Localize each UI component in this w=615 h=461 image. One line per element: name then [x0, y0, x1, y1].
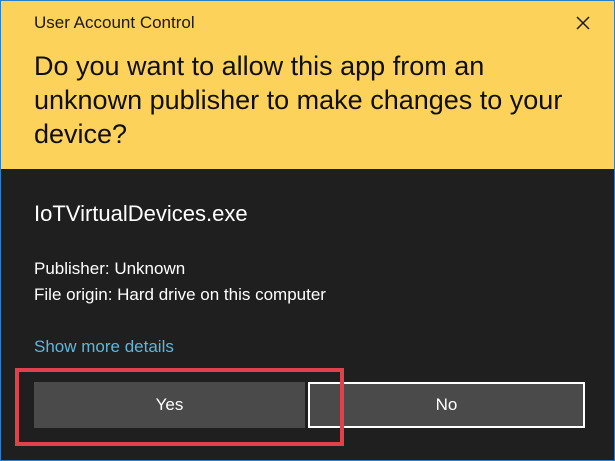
close-button[interactable]: [565, 7, 601, 39]
show-more-details-link[interactable]: Show more details: [34, 337, 174, 357]
yes-button[interactable]: Yes: [34, 382, 305, 428]
uac-question: Do you want to allow this app from an un…: [34, 51, 563, 149]
uac-dialog: User Account Control Do you want to allo…: [0, 0, 615, 461]
no-button[interactable]: No: [308, 382, 585, 428]
publisher-info: Publisher: Unknown: [34, 259, 186, 278]
dialog-title: User Account Control: [34, 13, 195, 32]
file-origin-info: File origin: Hard drive on this computer: [34, 285, 326, 304]
warning-banner: User Account Control Do you want to allo…: [1, 1, 614, 169]
close-icon: [576, 16, 590, 30]
app-name: IoTVirtualDevices.exe: [34, 201, 248, 226]
